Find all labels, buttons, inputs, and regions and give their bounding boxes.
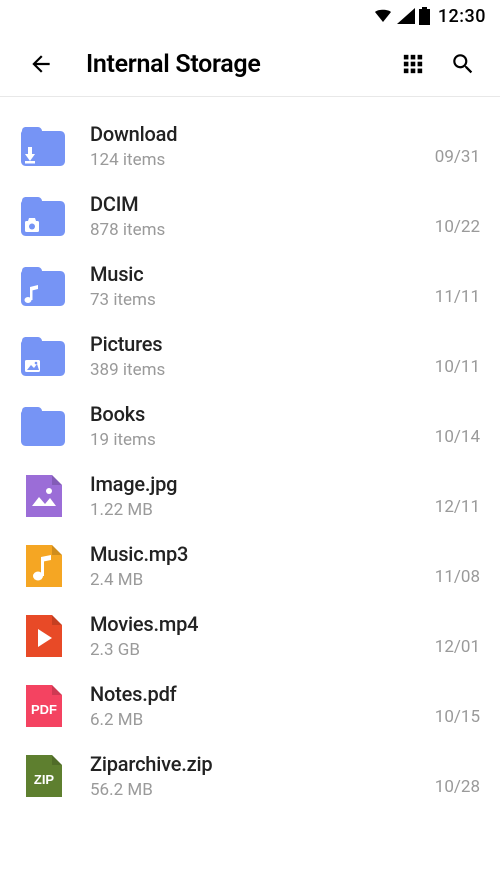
- item-subtitle: 124 items: [90, 150, 413, 170]
- item-subtitle: 2.3 GB: [90, 640, 413, 660]
- item-subtitle: 73 items: [90, 290, 413, 310]
- item-text: Ziparchive.zip 56.2 MB: [90, 752, 413, 800]
- item-date: 11/08: [435, 567, 480, 591]
- item-name: Music: [90, 262, 413, 286]
- battery-icon: [419, 7, 430, 25]
- item-text: Pictures 389 items: [90, 332, 413, 380]
- grid-view-button[interactable]: [398, 49, 428, 79]
- item-date: 10/22: [435, 217, 480, 241]
- file-audio-icon: [18, 541, 68, 591]
- item-name: Ziparchive.zip: [90, 752, 413, 776]
- item-text: Image.jpg 1.22 MB: [90, 472, 413, 520]
- file-pdf-icon: PDF: [18, 681, 68, 731]
- item-subtitle: 19 items: [90, 430, 413, 450]
- file-video-icon: [18, 611, 68, 661]
- folder-picture-icon: [18, 331, 68, 381]
- item-date: 10/11: [435, 357, 480, 381]
- item-text: Notes.pdf 6.2 MB: [90, 682, 413, 730]
- item-name: Image.jpg: [90, 472, 413, 496]
- svg-text:ZIP: ZIP: [34, 772, 55, 787]
- file-image-icon: [18, 471, 68, 521]
- file-list: Download 124 items 09/31 DCIM 878 items 10/22…: [0, 97, 500, 811]
- item-date: 09/31: [435, 147, 480, 171]
- list-item[interactable]: Music 73 items 11/11: [0, 251, 500, 321]
- item-name: Notes.pdf: [90, 682, 413, 706]
- item-name: Music.mp3: [90, 542, 413, 566]
- folder-camera-icon: [18, 191, 68, 241]
- item-name: Download: [90, 122, 413, 146]
- item-text: Download 124 items: [90, 122, 413, 170]
- list-item[interactable]: Image.jpg 1.22 MB 12/11: [0, 461, 500, 531]
- app-header: Internal Storage: [0, 32, 500, 97]
- item-date: 11/11: [435, 287, 480, 311]
- item-subtitle: 56.2 MB: [90, 780, 413, 800]
- wifi-icon: [373, 8, 393, 24]
- item-subtitle: 389 items: [90, 360, 413, 380]
- item-name: DCIM: [90, 192, 413, 216]
- folder-music-icon: [18, 261, 68, 311]
- item-text: Music.mp3 2.4 MB: [90, 542, 413, 590]
- item-date: 10/15: [435, 707, 480, 731]
- item-text: Movies.mp4 2.3 GB: [90, 612, 413, 660]
- item-date: 10/14: [435, 427, 480, 451]
- cellular-icon: [397, 8, 415, 24]
- status-bar: 12:30: [0, 0, 500, 32]
- item-subtitle: 6.2 MB: [90, 710, 413, 730]
- list-item[interactable]: Books 19 items 10/14: [0, 391, 500, 461]
- list-item[interactable]: DCIM 878 items 10/22: [0, 181, 500, 251]
- list-item[interactable]: Movies.mp4 2.3 GB 12/01: [0, 601, 500, 671]
- list-item[interactable]: Pictures 389 items 10/11: [0, 321, 500, 391]
- file-zip-icon: ZIP: [18, 751, 68, 801]
- item-date: 10/28: [435, 777, 480, 801]
- folder-plain-icon: [18, 401, 68, 451]
- clock-text: 12:30: [438, 6, 486, 27]
- folder-download-icon: [18, 121, 68, 171]
- item-name: Movies.mp4: [90, 612, 413, 636]
- search-button[interactable]: [448, 49, 478, 79]
- svg-text:PDF: PDF: [31, 702, 57, 717]
- item-text: DCIM 878 items: [90, 192, 413, 240]
- list-item[interactable]: PDF Notes.pdf 6.2 MB 10/15: [0, 671, 500, 741]
- item-text: Books 19 items: [90, 402, 413, 450]
- item-subtitle: 878 items: [90, 220, 413, 240]
- list-item[interactable]: Music.mp3 2.4 MB 11/08: [0, 531, 500, 601]
- search-icon: [450, 51, 476, 77]
- item-date: 12/11: [435, 497, 480, 521]
- item-name: Books: [90, 402, 413, 426]
- item-date: 12/01: [435, 637, 480, 661]
- item-name: Pictures: [90, 332, 413, 356]
- item-text: Music 73 items: [90, 262, 413, 310]
- list-item[interactable]: Download 124 items 09/31: [0, 111, 500, 181]
- grid-icon: [402, 53, 424, 75]
- item-subtitle: 2.4 MB: [90, 570, 413, 590]
- page-title: Internal Storage: [86, 50, 368, 79]
- back-button[interactable]: [26, 49, 56, 79]
- arrow-left-icon: [28, 51, 54, 77]
- item-subtitle: 1.22 MB: [90, 500, 413, 520]
- list-item[interactable]: ZIP Ziparchive.zip 56.2 MB 10/28: [0, 741, 500, 811]
